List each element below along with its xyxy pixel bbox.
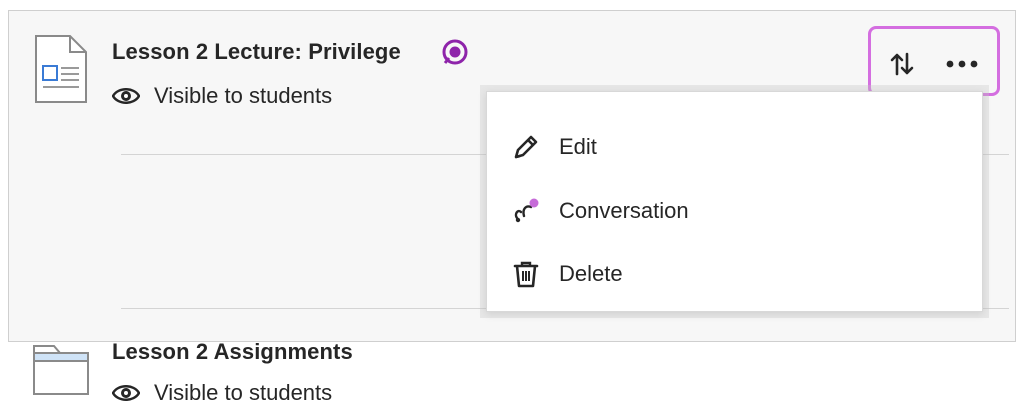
conversation-badge-icon [442,39,468,65]
conversation-icon [514,198,539,223]
visibility-status[interactable]: Visible to students [112,380,332,406]
pencil-icon [514,135,538,159]
eye-icon [112,385,140,401]
item-actions-highlight [868,26,1000,96]
menu-item-edit[interactable]: Edit [487,117,982,177]
item-title[interactable]: Lesson 2 Assignments [112,339,353,365]
eye-icon [112,88,140,104]
reorder-arrows-icon[interactable] [889,51,915,77]
visibility-label: Visible to students [154,83,333,108]
visibility-status[interactable]: Visible to students [112,83,332,109]
menu-item-label: Edit [559,134,597,159]
menu-item-label: Delete [559,261,623,286]
item-title[interactable]: Lesson 2 Lecture: Privilege [112,39,401,65]
visibility-label: Visible to students [154,380,333,405]
more-options-icon[interactable] [945,56,979,72]
folder-icon [33,345,89,395]
menu-item-label: Conversation [559,198,689,223]
menu-item-delete[interactable]: Delete [487,244,982,304]
menu-item-conversation[interactable]: Conversation [487,181,982,241]
document-icon [35,35,87,103]
item-options-menu: Edit Conversation Delete [486,91,983,312]
trash-icon [513,261,539,288]
